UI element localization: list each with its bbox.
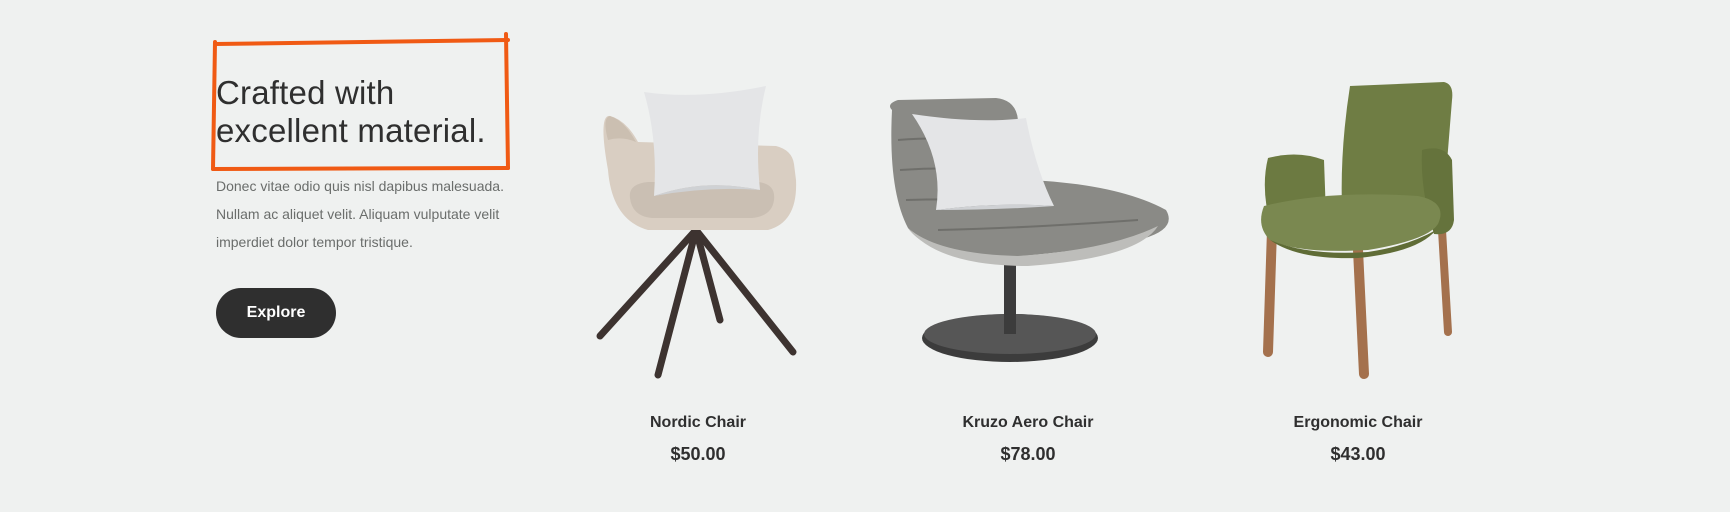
description-line-1: Donec vitae odio quis nisl dapibus males… (216, 178, 504, 194)
description-line-2: Nullam ac aliquet velit. Aliquam vulputa… (216, 206, 500, 222)
description-line-3: imperdiet dolor tempor tristique. (216, 234, 413, 250)
kruzo-aero-chair-image (890, 98, 1169, 362)
product-price: $43.00 (1330, 444, 1386, 464)
ergonomic-chair-image (1261, 82, 1454, 379)
explore-button[interactable]: Explore (216, 288, 336, 338)
annotation-rectangle (211, 32, 510, 171)
product-name: Ergonomic Chair (1293, 414, 1423, 431)
section-description: Donec vitae odio quis nisl dapibus males… (216, 172, 536, 256)
product-price: $50.00 (670, 444, 726, 464)
product-name: Nordic Chair (649, 414, 746, 431)
nordic-chair-image (596, 86, 797, 379)
product-name: Kruzo Aero Chair (962, 414, 1094, 431)
product-price: $78.00 (1000, 444, 1056, 464)
